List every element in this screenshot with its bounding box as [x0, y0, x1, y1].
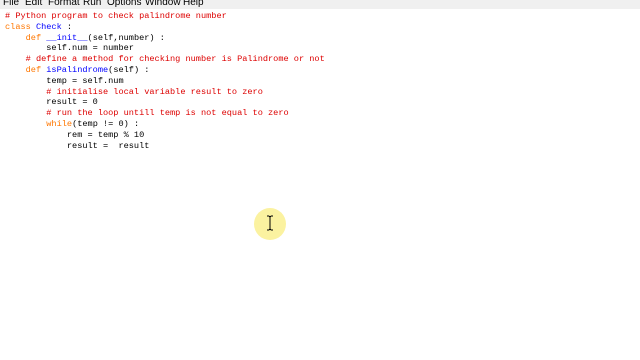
code-line[interactable]: # initialise local variable result to ze…	[5, 87, 263, 98]
menu-run[interactable]: Run	[83, 0, 101, 8]
code-line[interactable]: temp = self.num	[5, 75, 124, 87]
code-token-keyword: class	[5, 21, 36, 32]
code-token-normal: (self) :	[108, 65, 150, 75]
code-token-keyword: while	[46, 119, 73, 129]
code-line[interactable]: class Check :	[5, 22, 72, 33]
code-line[interactable]: rem = temp % 10	[5, 130, 144, 141]
code-line[interactable]: # Python program to check palindrome num…	[5, 11, 227, 22]
code-token-def: __init__	[46, 32, 88, 43]
code-line[interactable]: def isPalindrome(self) :	[5, 65, 150, 76]
code-line[interactable]: result = result	[5, 140, 150, 152]
menu-options[interactable]: Options	[107, 0, 141, 8]
code-line[interactable]: def __init__(self,number) :	[5, 33, 165, 44]
code-editor[interactable]: # Python program to check palindrome num…	[0, 9, 640, 360]
menu-window[interactable]: Window	[145, 0, 181, 8]
code-token-comment: # Python program to check palindrome num…	[5, 11, 227, 21]
code-token-normal: result = result	[5, 140, 150, 151]
code-token-comment: # define a method for checking number is…	[5, 54, 325, 65]
code-token-comment: # run the loop untill temp is not equal …	[5, 108, 289, 119]
menu-file[interactable]: File	[3, 0, 19, 8]
code-token-normal: (temp != 0) :	[72, 119, 140, 129]
code-token-normal: :	[61, 21, 73, 32]
menu-bar: File Edit Format Run Options Window Help	[0, 0, 640, 9]
code-token-keyword: def	[5, 65, 47, 75]
code-token-normal: (self,number) :	[87, 32, 165, 43]
menu-format[interactable]: Format	[48, 0, 80, 8]
code-token-normal: result = 0	[5, 97, 98, 108]
code-token-normal: self.num = number	[5, 43, 134, 54]
code-token-comment: # initialise local variable result to ze…	[5, 86, 263, 97]
code-line[interactable]: while(temp != 0) :	[5, 119, 139, 130]
code-line[interactable]: result = 0	[5, 97, 98, 108]
menu-help[interactable]: Help	[183, 0, 204, 8]
code-token-def: isPalindrome	[46, 65, 109, 75]
code-line[interactable]: # define a method for checking number is…	[5, 54, 325, 65]
code-token-normal: temp = self.num	[5, 75, 124, 86]
code-token-def: Check	[35, 21, 62, 32]
i-beam-cursor-icon	[267, 215, 273, 231]
code-token-normal	[5, 119, 46, 129]
menu-edit[interactable]: Edit	[25, 0, 42, 8]
code-token-keyword: def	[5, 32, 47, 43]
code-line[interactable]: # run the loop untill temp is not equal …	[5, 108, 289, 119]
code-line[interactable]: self.num = number	[5, 43, 134, 54]
code-token-normal: rem = temp % 10	[5, 129, 145, 140]
